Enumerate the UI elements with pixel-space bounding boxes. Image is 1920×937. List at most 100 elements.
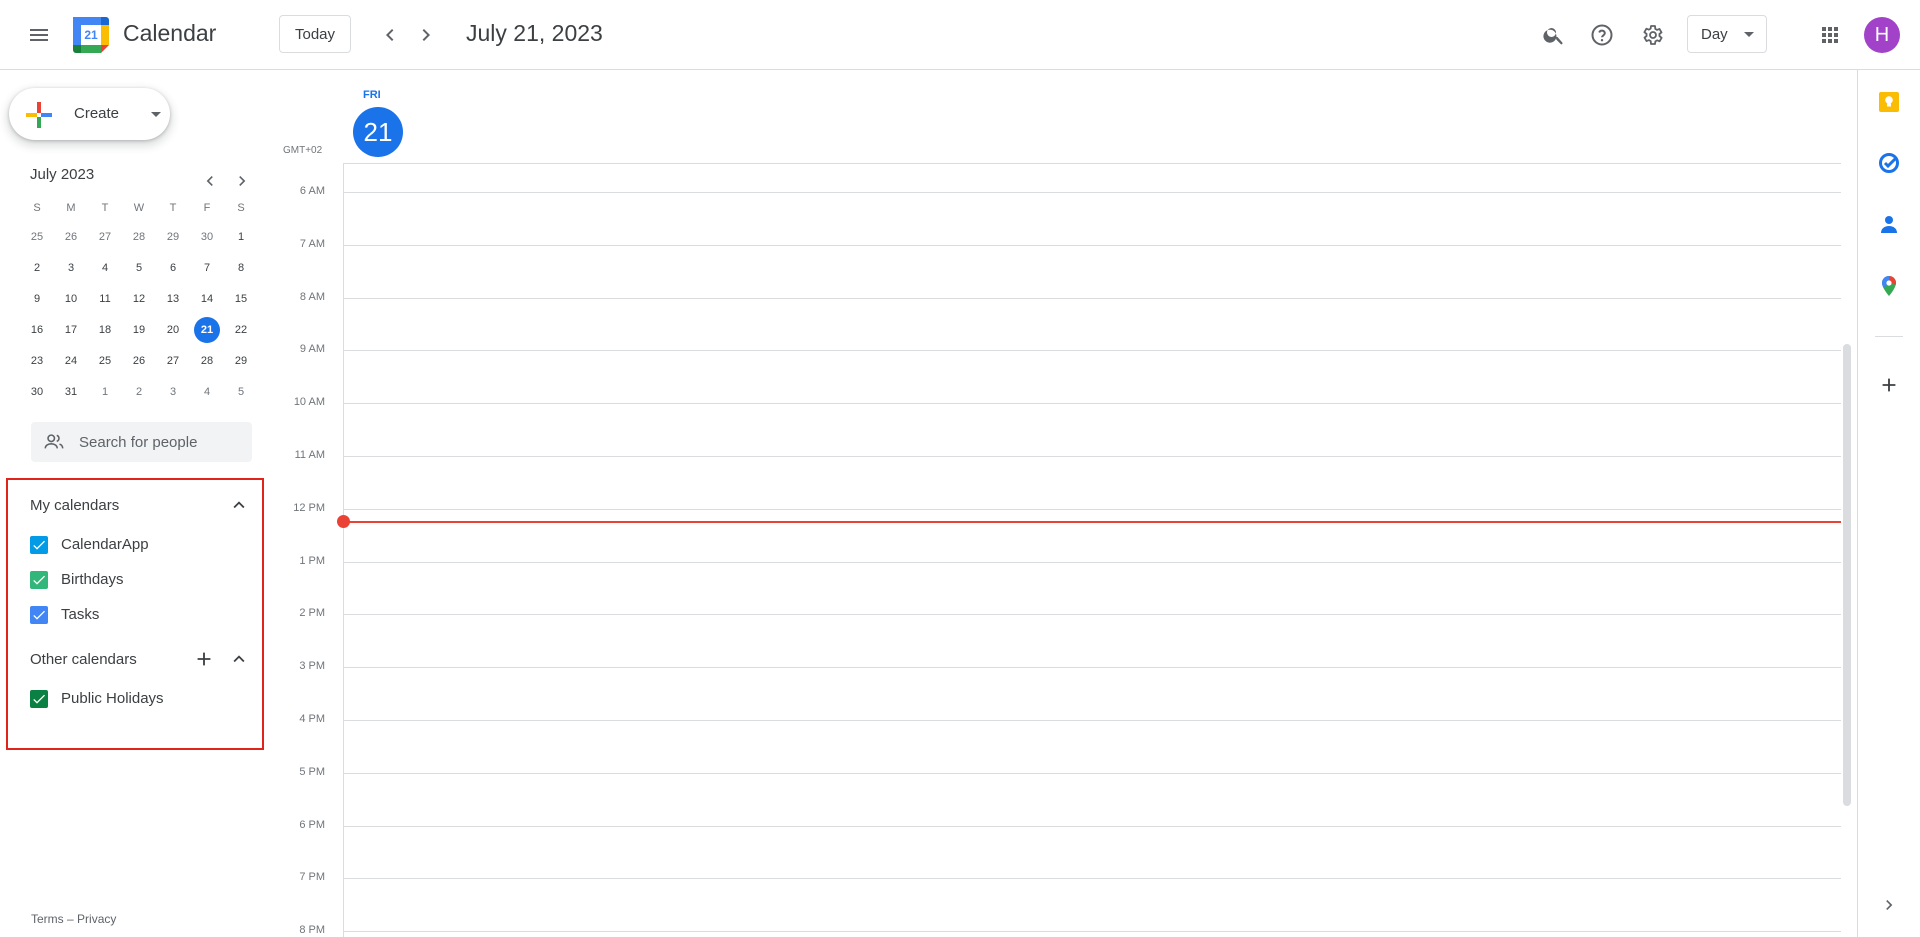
terms-link[interactable]: Terms: [31, 912, 64, 926]
mini-calendar-day[interactable]: 25: [21, 223, 53, 251]
mini-calendar-day[interactable]: 30: [21, 378, 53, 406]
mini-calendar-day[interactable]: 29: [225, 347, 257, 375]
calendar-checkbox[interactable]: [30, 690, 48, 708]
hour-label: 5 PM: [299, 765, 325, 778]
mini-calendar-day[interactable]: 6: [157, 254, 189, 282]
main-menu-button[interactable]: [19, 15, 59, 55]
mini-calendar-day[interactable]: 30: [191, 223, 223, 251]
other-calendars-title[interactable]: Other calendars: [30, 651, 137, 668]
mini-calendar-day[interactable]: 21: [191, 316, 223, 344]
grid-scrollbar[interactable]: [1843, 344, 1851, 806]
my-calendars-title[interactable]: My calendars: [30, 497, 119, 514]
mini-calendar-day[interactable]: 17: [55, 316, 87, 344]
help-button[interactable]: [1582, 15, 1622, 55]
mini-calendar-day-number: 17: [64, 324, 78, 336]
mini-calendar-weekday: W: [133, 202, 145, 214]
people-search-input[interactable]: Search for people: [31, 422, 252, 462]
apps-button[interactable]: [1810, 15, 1850, 55]
mini-calendar-day[interactable]: 8: [225, 254, 257, 282]
logo-day-number: 21: [84, 28, 98, 42]
mini-calendar-day-number: 4: [101, 262, 109, 274]
day-header-date[interactable]: 21: [353, 107, 403, 157]
previous-period-button[interactable]: [370, 15, 410, 55]
mini-calendar-day[interactable]: 22: [225, 316, 257, 344]
mini-calendar-day[interactable]: 4: [191, 378, 223, 406]
mini-calendar-day[interactable]: 15: [225, 285, 257, 313]
mini-calendar-day[interactable]: 3: [157, 378, 189, 406]
mini-calendar-day-number: 3: [67, 262, 75, 274]
view-switcher[interactable]: Day: [1687, 15, 1767, 53]
maps-button[interactable]: [1869, 266, 1909, 306]
mini-calendar-day[interactable]: 28: [123, 223, 155, 251]
mini-calendar-day[interactable]: 12: [123, 285, 155, 313]
next-period-button[interactable]: [406, 15, 446, 55]
mini-calendar-weekday: T: [101, 202, 109, 214]
mini-calendar-day[interactable]: 27: [157, 347, 189, 375]
hide-side-panel-button[interactable]: [1869, 885, 1909, 925]
keep-button[interactable]: [1869, 82, 1909, 122]
mini-calendar-day[interactable]: 27: [89, 223, 121, 251]
mini-calendar-day[interactable]: 11: [89, 285, 121, 313]
mini-calendar-day[interactable]: 2: [123, 378, 155, 406]
mini-calendar-day[interactable]: 25: [89, 347, 121, 375]
mini-calendar-day[interactable]: 26: [123, 347, 155, 375]
mini-calendar-day[interactable]: 29: [157, 223, 189, 251]
today-button[interactable]: Today: [279, 15, 351, 53]
mini-calendar-day-number: 25: [30, 231, 44, 243]
calendar-checkbox[interactable]: [30, 606, 48, 624]
mini-calendar-day[interactable]: 1: [89, 378, 121, 406]
mini-calendar-weekday: S: [237, 202, 245, 214]
mini-calendar-weekday: F: [203, 202, 211, 214]
mini-calendar-day[interactable]: 20: [157, 316, 189, 344]
mini-calendar-day-number: 14: [200, 293, 214, 305]
other-calendars-collapse-button[interactable]: [220, 640, 258, 678]
search-button[interactable]: [1534, 15, 1574, 55]
mini-calendar-day[interactable]: 13: [157, 285, 189, 313]
contacts-button[interactable]: [1869, 204, 1909, 244]
mini-calendar-day[interactable]: 5: [123, 254, 155, 282]
mini-calendar-day[interactable]: 4: [89, 254, 121, 282]
mini-calendar-day[interactable]: 2: [21, 254, 53, 282]
mini-calendar-day[interactable]: 10: [55, 285, 87, 313]
tasks-button[interactable]: [1869, 143, 1909, 183]
mini-calendar-day[interactable]: 26: [55, 223, 87, 251]
settings-button[interactable]: [1632, 15, 1672, 55]
calendar-item-label: CalendarApp: [61, 536, 149, 553]
hour-label: 10 AM: [293, 396, 325, 409]
mini-calendar-day[interactable]: 5: [225, 378, 257, 406]
my-calendars-collapse-button[interactable]: [220, 486, 258, 524]
mini-calendar-day-number: 21: [194, 317, 220, 343]
mini-calendar-day[interactable]: 23: [21, 347, 53, 375]
mini-calendar-day[interactable]: 9: [21, 285, 53, 313]
people-search-placeholder: Search for people: [79, 434, 198, 451]
mini-calendar-day[interactable]: 14: [191, 285, 223, 313]
hour-gridline: [343, 561, 1841, 563]
mini-calendar-day[interactable]: 16: [21, 316, 53, 344]
privacy-link[interactable]: Privacy: [77, 912, 116, 926]
mini-calendar-day-number: 27: [166, 355, 180, 367]
mini-calendar-day[interactable]: 7: [191, 254, 223, 282]
calendar-checkbox[interactable]: [30, 571, 48, 589]
mini-calendar-day[interactable]: 1: [225, 223, 257, 251]
account-avatar[interactable]: H: [1864, 17, 1900, 53]
mini-calendar-day[interactable]: 28: [191, 347, 223, 375]
create-button[interactable]: Create: [9, 88, 170, 140]
calendar-logo[interactable]: 21: [73, 17, 109, 53]
mini-calendar-day[interactable]: 19: [123, 316, 155, 344]
mini-calendar-day[interactable]: 18: [89, 316, 121, 344]
mini-calendar-day-number: 5: [237, 386, 245, 398]
mini-calendar-day[interactable]: 24: [55, 347, 87, 375]
add-other-calendar-button[interactable]: [185, 640, 223, 678]
hour-label: 12 PM: [293, 501, 325, 514]
hour-gridline: [343, 667, 1841, 669]
day-time-grid[interactable]: [343, 163, 1841, 937]
hour-label: 6 AM: [299, 185, 325, 197]
get-addons-button[interactable]: [1869, 365, 1909, 405]
hour-gridline: [343, 192, 1841, 193]
calendar-checkbox[interactable]: [30, 536, 48, 554]
mini-calendar-day[interactable]: 31: [55, 378, 87, 406]
mini-calendar-day[interactable]: 3: [55, 254, 87, 282]
mini-calendar-prev-button[interactable]: [194, 165, 226, 197]
mini-calendar-next-button[interactable]: [226, 165, 258, 197]
hour-gridline: [343, 772, 1841, 774]
